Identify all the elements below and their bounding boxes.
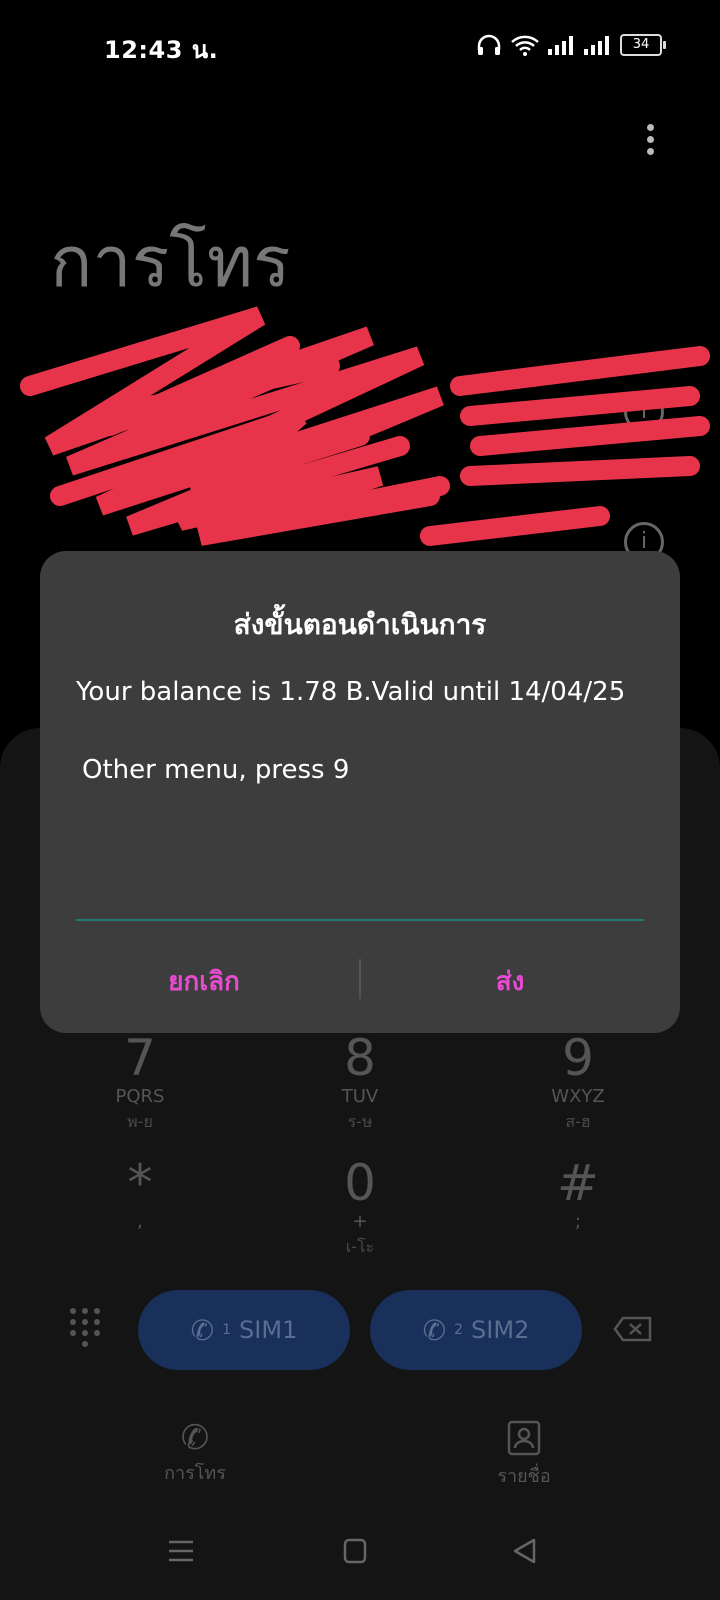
key-digit: # [557,1154,599,1212]
back-nav-icon[interactable] [512,1538,536,1564]
key-letters: , [137,1211,143,1232]
key-digit: 7 [124,1029,156,1087]
headphones-icon [477,34,501,55]
key-digit: * [127,1154,153,1212]
contacts-icon [507,1420,541,1456]
sim2-label: SIM2 [471,1316,530,1344]
dialpad-key-7[interactable]: 7 PQRS พ-ย [80,1030,200,1136]
key-thai-letters: ร-ษ [347,1112,373,1131]
dialog-title: ส่งขั้นตอนดำเนินการ [233,608,487,641]
sim-number: 1 [222,1322,232,1338]
key-thai-letters: เ-โะ [345,1237,375,1256]
more-options-icon[interactable] [644,124,656,160]
phone-icon: ✆ [190,1313,215,1347]
tab-contacts-label: รายชื่อ [497,1466,551,1487]
signal-icon-sim1 [548,36,573,55]
tab-contacts[interactable]: รายชื่อ [476,1418,572,1490]
ussd-reply-input[interactable] [76,919,644,921]
home-nav-icon[interactable] [343,1538,367,1564]
key-digit: 0 [344,1154,376,1212]
call-sim2-button[interactable]: ✆ 2 SIM2 [370,1290,582,1370]
key-letters: TUV [341,1086,379,1107]
dialpad-key-8[interactable]: 8 TUV ร-ษ [300,1030,420,1136]
signal-icon-sim2 [584,36,609,55]
key-thai-letters: ส-ฮ [565,1112,591,1131]
backspace-icon[interactable] [613,1316,653,1342]
tab-calls-label: การโทร [164,1463,226,1484]
dialpad-key-0[interactable]: 0 + เ-โะ [300,1155,420,1261]
dialpad-key-9[interactable]: 9 WXYZ ส-ฮ [518,1030,638,1136]
wifi-icon [511,35,539,56]
send-button[interactable]: ส่ง [360,961,660,1002]
dialpad-grid-icon[interactable] [70,1308,102,1348]
status-icons: 34 [476,34,666,56]
phone-icon: ✆ [180,1418,210,1458]
dialpad-key-star[interactable]: * , [80,1155,200,1233]
key-letters: PQRS [115,1086,165,1107]
tab-calls[interactable]: ✆ การโทร [150,1418,240,1487]
dialog-message-menu: Other menu, press 9 [82,755,350,785]
call-sim1-button[interactable]: ✆ 1 SIM1 [138,1290,350,1370]
key-thai-letters: พ-ย [127,1112,153,1131]
key-letters: + [352,1211,368,1232]
dialog-message-balance: Your balance is 1.78 B.Valid until 14/04… [76,677,626,707]
battery-icon: 34 [620,34,666,56]
key-letters: WXYZ [551,1086,605,1107]
key-letters: ; [574,1211,582,1232]
cancel-button[interactable]: ยกเลิก [54,961,354,1002]
redaction-scribble [20,306,710,546]
key-digit: 8 [344,1029,376,1087]
status-time: 12:43 น. [104,36,219,64]
menu-nav-icon[interactable] [168,1538,194,1564]
dialpad-key-hash[interactable]: # ; [518,1155,638,1233]
sim1-label: SIM1 [239,1316,298,1344]
status-bar: 12:43 น. 34 [0,0,720,96]
sim-number: 2 [454,1322,464,1338]
phone-icon: ✆ [422,1313,447,1347]
key-digit: 9 [562,1029,594,1087]
ussd-dialog: ส่งขั้นตอนดำเนินการ Your balance is 1.78… [40,551,680,1033]
